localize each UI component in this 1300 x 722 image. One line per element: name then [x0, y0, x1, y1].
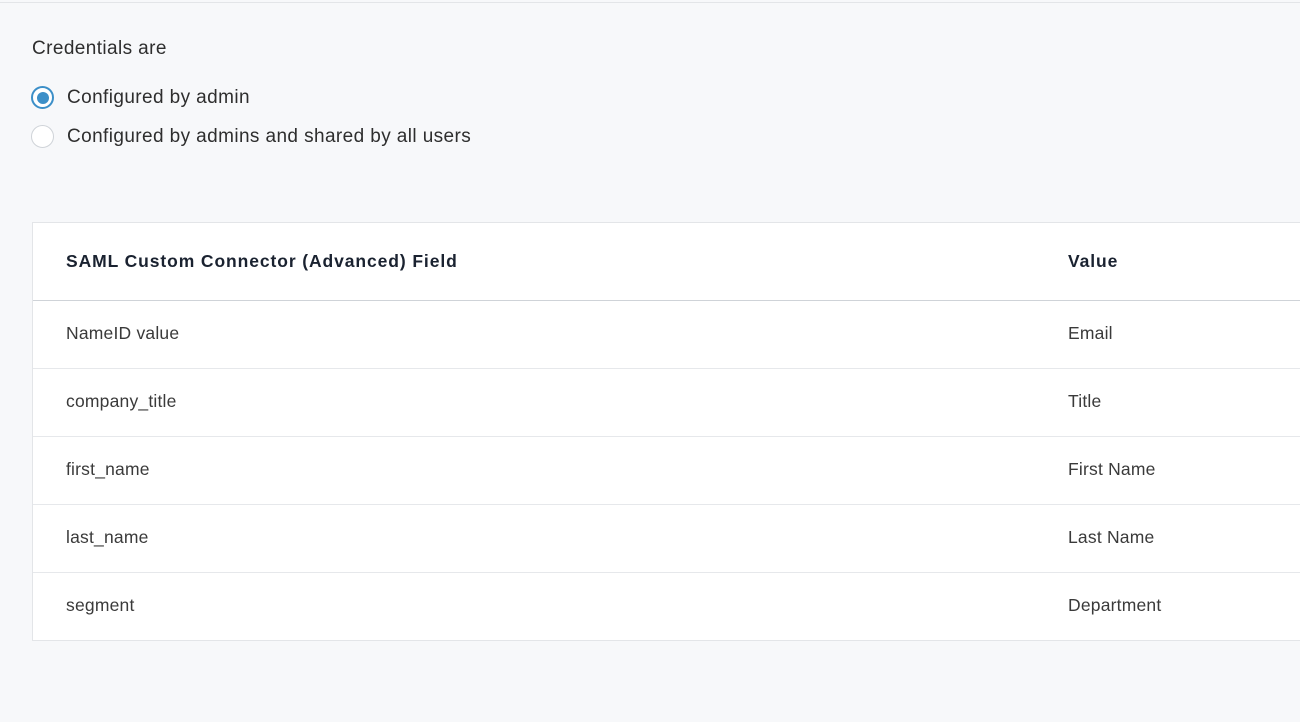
table-row: first_name First Name: [33, 437, 1300, 505]
table-header: SAML Custom Connector (Advanced) Field V…: [33, 223, 1300, 301]
field-cell: last_name: [66, 527, 149, 547]
credentials-label: Credentials are: [32, 38, 167, 59]
value-cell: Department: [1068, 595, 1162, 615]
table-row: NameID value Email: [33, 301, 1300, 369]
field-cell: company_title: [66, 391, 177, 411]
radio-option-label: Configured by admin: [67, 86, 250, 108]
value-cell: Email: [1068, 323, 1113, 343]
radio-option-shared-by-all-users[interactable]: Configured by admins and shared by all u…: [31, 125, 471, 148]
column-header-value: Value: [1068, 251, 1119, 271]
table-row: last_name Last Name: [33, 505, 1300, 573]
radio-option-label: Configured by admins and shared by all u…: [67, 125, 472, 147]
table-row: company_title Title: [33, 369, 1300, 437]
top-divider: [0, 2, 1300, 3]
radio-button-unselected[interactable]: [31, 125, 54, 148]
value-cell: First Name: [1068, 459, 1156, 479]
field-cell: NameID value: [66, 323, 180, 343]
column-header-field: SAML Custom Connector (Advanced) Field: [66, 251, 458, 271]
value-cell: Last Name: [1068, 527, 1155, 547]
field-mapping-table: SAML Custom Connector (Advanced) Field V…: [32, 222, 1300, 641]
value-cell: Title: [1068, 391, 1102, 411]
table-row: segment Department: [33, 573, 1300, 640]
radio-button-selected[interactable]: [31, 86, 54, 109]
field-cell: first_name: [66, 459, 150, 479]
field-cell: segment: [66, 595, 135, 615]
radio-option-configured-by-admin[interactable]: Configured by admin: [31, 86, 250, 109]
